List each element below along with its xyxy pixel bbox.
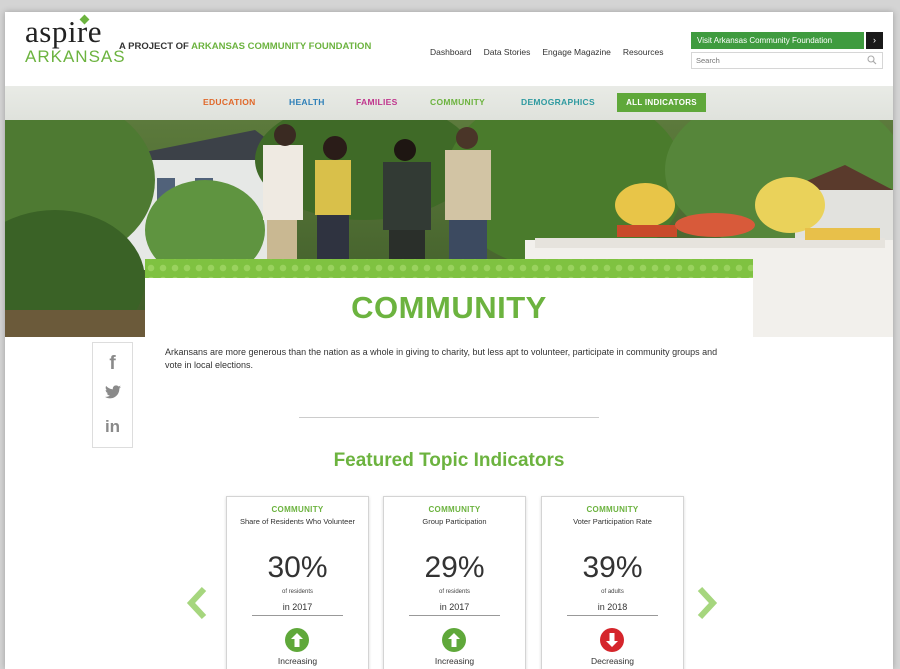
trend-up-arrow-icon	[442, 628, 466, 652]
logo-aspire-text: aspire	[25, 14, 103, 49]
visit-arrow-icon[interactable]: ›	[866, 32, 883, 49]
category-health[interactable]: HEALTH	[289, 97, 325, 107]
card-year: in 2017	[439, 602, 470, 612]
carousel-next-chevron-icon[interactable]	[695, 585, 719, 621]
card-trend: Increasing	[434, 656, 475, 666]
logo-arkansas-text: ARKANSAS	[25, 47, 126, 66]
project-foundation-link[interactable]: ARKANSAS COMMUNITY FOUNDATION	[191, 41, 371, 52]
card-year: in 2017	[282, 602, 313, 612]
linkedin-icon[interactable]: in	[93, 417, 132, 437]
trend-up-arrow-icon	[285, 628, 309, 652]
trend-down-arrow-icon	[600, 628, 624, 652]
carousel-prev-chevron-icon[interactable]	[185, 585, 209, 621]
title-panel: COMMUNITY	[145, 278, 753, 342]
card-rule	[252, 615, 343, 616]
card-unit: of adults	[601, 589, 624, 595]
card-trend: Decreasing	[591, 656, 634, 666]
category-education[interactable]: EDUCATION	[203, 97, 256, 107]
card-category: COMMUNITY	[586, 505, 639, 514]
card-category: COMMUNITY	[271, 505, 324, 514]
category-demographics[interactable]: DEMOGRAPHICS	[521, 97, 595, 107]
category-nav: EDUCATION HEALTH FAMILIES COMMUNITY DEMO…	[5, 86, 893, 120]
card-indicator-name: Group Participation	[422, 517, 487, 526]
decorative-pattern-band	[145, 259, 753, 278]
all-indicators-button[interactable]: ALL INDICATORS	[617, 93, 706, 112]
nav-engage-magazine[interactable]: Engage Magazine	[542, 47, 611, 57]
card-unit: of residents	[281, 589, 314, 595]
card-rule	[567, 615, 658, 616]
project-prefix: A PROJECT OF	[119, 41, 189, 52]
indicator-card-group-participation[interactable]: COMMUNITY Group Participation 29% of res…	[383, 496, 526, 669]
indicator-card-volunteer[interactable]: COMMUNITY Share of Residents Who Volunte…	[226, 496, 369, 669]
social-share-bar: f in	[92, 342, 133, 448]
search-input[interactable]	[691, 52, 883, 69]
card-indicator-name: Voter Participation Rate	[573, 517, 652, 526]
card-indicator-name: Share of Residents Who Volunteer	[239, 517, 356, 526]
featured-indicators-heading: Featured Topic Indicators	[333, 450, 565, 471]
facebook-icon[interactable]: f	[93, 353, 132, 375]
site-header: aspire ARKANSAS A PROJECT OF ARKANSAS CO…	[5, 12, 893, 86]
twitter-icon[interactable]	[93, 385, 132, 404]
card-value: 30%	[267, 551, 328, 584]
card-unit: of residents	[438, 589, 471, 595]
card-value: 29%	[424, 551, 485, 584]
nav-dashboard[interactable]: Dashboard	[430, 47, 472, 57]
search-icon[interactable]	[867, 55, 877, 65]
visit-foundation-button[interactable]: Visit Arkansas Community Foundation	[691, 32, 864, 49]
card-category: COMMUNITY	[428, 505, 481, 514]
page-description: Arkansans are more generous than the nat…	[165, 347, 718, 370]
section-divider	[299, 417, 599, 418]
page: aspire ARKANSAS A PROJECT OF ARKANSAS CO…	[5, 12, 893, 669]
top-nav: Dashboard Data Stories Engage Magazine R…	[430, 47, 664, 57]
card-value: 39%	[582, 551, 643, 584]
project-tagline: A PROJECT OF ARKANSAS COMMUNITY FOUNDATI…	[119, 41, 371, 52]
nav-resources[interactable]: Resources	[623, 47, 664, 57]
category-families[interactable]: FAMILIES	[356, 97, 398, 107]
aspire-logo[interactable]: aspire ARKANSAS	[25, 14, 126, 66]
card-trend: Increasing	[277, 656, 318, 666]
card-year: in 2018	[597, 602, 628, 612]
category-community[interactable]: COMMUNITY	[430, 97, 485, 107]
nav-data-stories[interactable]: Data Stories	[484, 47, 531, 57]
card-rule	[409, 615, 500, 616]
page-title: COMMUNITY	[351, 290, 547, 325]
indicator-card-voter-participation[interactable]: COMMUNITY Voter Participation Rate 39% o…	[541, 496, 684, 669]
